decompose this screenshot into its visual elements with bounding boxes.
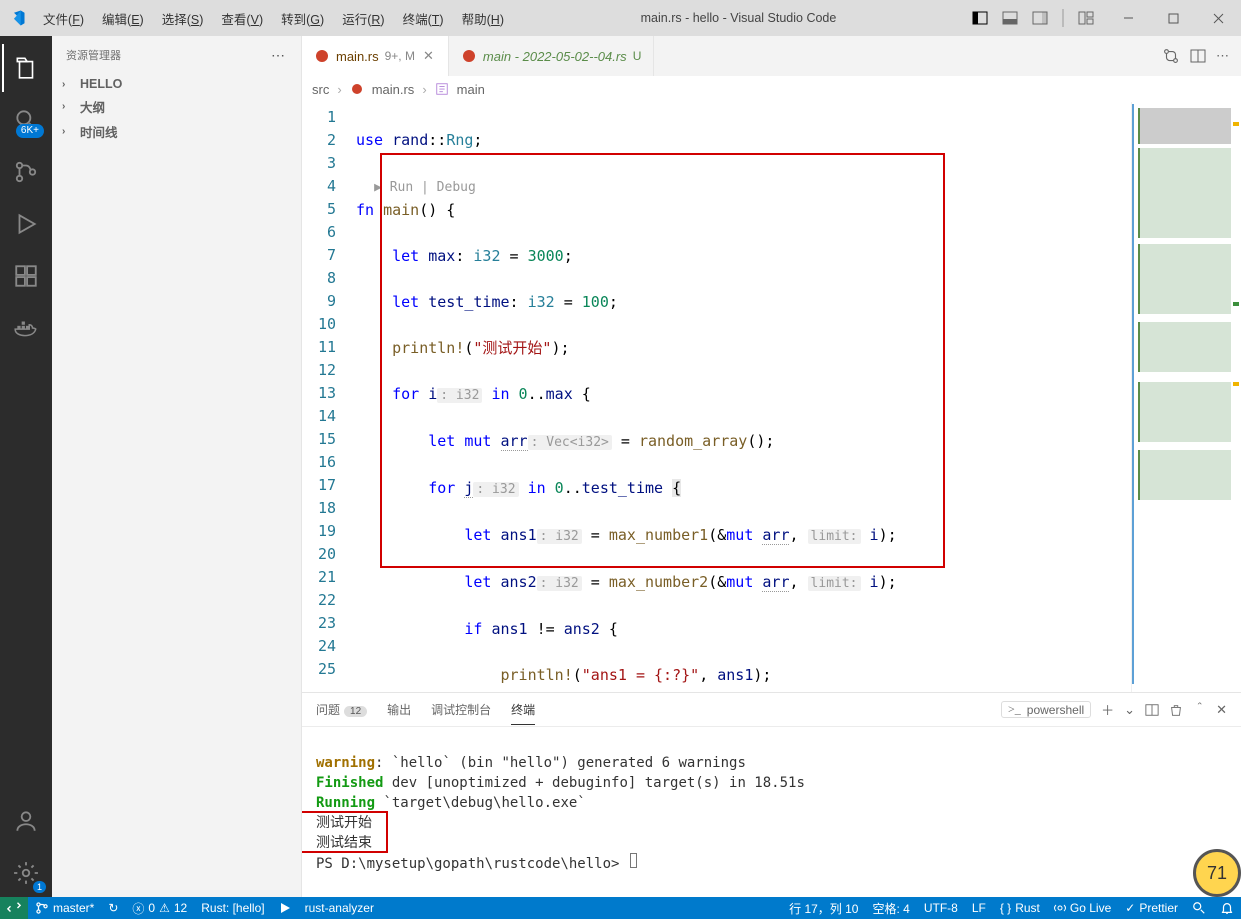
terminal-content[interactable]: warning: `hello` (bin "hello") generated… xyxy=(302,727,1241,897)
toggle-sidebar-left-icon[interactable] xyxy=(966,4,994,32)
status-feedback-icon[interactable] xyxy=(1185,897,1213,919)
settings-badge: 1 xyxy=(33,881,46,893)
layout-toggles xyxy=(966,4,1100,32)
breadcrumb[interactable]: src› main.rs› main xyxy=(302,76,1241,102)
symbol-function-icon xyxy=(435,82,449,96)
new-terminal-icon[interactable]: ＋ xyxy=(1101,700,1114,719)
rust-file-icon xyxy=(314,48,330,64)
explorer-sidebar: 资源管理器 ⋯ ›HELLO ›大纲 ›时间线 xyxy=(52,36,302,897)
title-bar: 文件(F) 编辑(E) 选择(S) 查看(V) 转到(G) 运行(R) 终端(T… xyxy=(0,0,1241,36)
status-go-live[interactable]: Go Live xyxy=(1047,897,1118,919)
editor-area: main.rs 9+, M ✕ main - 2022-05-02--04.rs… xyxy=(302,36,1241,897)
status-language[interactable]: { } Rust xyxy=(993,897,1047,919)
panel-tab-output[interactable]: 输出 xyxy=(387,695,411,724)
annotation-badge-71: 71 xyxy=(1193,849,1241,897)
chevron-right-icon: › xyxy=(62,101,74,112)
sidebar-item-timeline[interactable]: ›时间线 xyxy=(52,119,301,144)
activity-bar: 6K+ 1 xyxy=(0,36,52,897)
status-problems[interactable]: ⓧ0 ⚠12 xyxy=(125,897,194,919)
menu-file[interactable]: 文件(F) xyxy=(36,5,91,32)
codelens-run-debug[interactable]: ▶ Run | Debug xyxy=(374,180,476,195)
menu-run[interactable]: 运行(R) xyxy=(335,5,391,32)
explorer-icon[interactable] xyxy=(2,44,50,92)
sidebar-more-icon[interactable]: ⋯ xyxy=(271,47,287,64)
run-debug-icon[interactable] xyxy=(2,200,50,248)
split-terminal-icon[interactable] xyxy=(1145,703,1159,717)
kill-terminal-icon[interactable] xyxy=(1169,703,1183,717)
tab-close-icon[interactable]: ✕ xyxy=(421,46,436,66)
code-content[interactable]: use rand::Rng; ▶ Run | Debug fn main() {… xyxy=(350,102,1131,692)
menu-bar: 文件(F) 编辑(E) 选择(S) 查看(V) 转到(G) 运行(R) 终端(T… xyxy=(34,5,511,32)
sidebar-title-row: 资源管理器 ⋯ xyxy=(52,36,301,74)
rust-file-icon xyxy=(461,48,477,64)
settings-gear-icon[interactable]: 1 xyxy=(2,849,50,897)
window-title: main.rs - hello - Visual Studio Code xyxy=(511,11,966,25)
status-bar: master* ↻ ⓧ0 ⚠12 Rust: [hello] rust-anal… xyxy=(0,897,1241,919)
sidebar-title: 资源管理器 xyxy=(66,47,121,63)
status-encoding[interactable]: UTF-8 xyxy=(917,897,965,919)
toggle-sidebar-right-icon[interactable] xyxy=(1026,4,1054,32)
chevron-right-icon: › xyxy=(62,79,74,90)
menu-selection[interactable]: 选择(S) xyxy=(155,5,211,32)
minimize-button[interactable] xyxy=(1106,0,1151,36)
maximize-button[interactable] xyxy=(1151,0,1196,36)
panel-tab-problems[interactable]: 问题12 xyxy=(316,695,367,724)
panel-tabs: 问题12 输出 调试控制台 终端 >_powershell ＋ ⌄ ＾ ✕ xyxy=(302,693,1241,727)
sidebar-item-project[interactable]: ›HELLO xyxy=(52,74,301,94)
panel-maximize-icon[interactable]: ＾ xyxy=(1193,700,1206,719)
minimap[interactable] xyxy=(1131,102,1241,692)
menu-edit[interactable]: 编辑(E) xyxy=(95,5,151,32)
menu-terminal[interactable]: 终端(T) xyxy=(396,5,451,32)
close-window-button[interactable] xyxy=(1196,0,1241,36)
accounts-icon[interactable] xyxy=(2,797,50,845)
status-branch[interactable]: master* xyxy=(28,897,101,919)
status-notifications-icon[interactable] xyxy=(1213,897,1241,919)
terminal-profile-selector[interactable]: >_powershell xyxy=(1001,701,1091,718)
window-controls xyxy=(1106,0,1241,36)
status-prettier[interactable]: ✓ Prettier xyxy=(1118,897,1185,919)
status-cursor-position[interactable]: 行 17，列 10 xyxy=(782,897,865,919)
tab-diff-file[interactable]: main - 2022-05-02--04.rs U xyxy=(449,36,654,76)
editor-tabs: main.rs 9+, M ✕ main - 2022-05-02--04.rs… xyxy=(302,36,1241,76)
vscode-logo-icon xyxy=(0,9,34,27)
status-eol[interactable]: LF xyxy=(965,897,993,919)
search-badge: 6K+ xyxy=(16,124,44,138)
panel-tab-terminal[interactable]: 终端 xyxy=(511,695,535,725)
status-indent[interactable]: 空格: 4 xyxy=(865,897,916,919)
panel-tab-debug-console[interactable]: 调试控制台 xyxy=(431,695,491,724)
menu-go[interactable]: 转到(G) xyxy=(274,5,331,32)
line-number-gutter: 1234567891011121314151617181920212223242… xyxy=(302,102,350,692)
docker-icon[interactable] xyxy=(2,304,50,352)
sidebar-item-outline[interactable]: ›大纲 xyxy=(52,94,301,119)
source-control-icon[interactable] xyxy=(2,148,50,196)
chevron-right-icon: › xyxy=(62,126,74,137)
status-run-icon[interactable] xyxy=(272,897,298,919)
terminal-dropdown-icon[interactable]: ⌄ xyxy=(1124,702,1135,718)
editor[interactable]: 1234567891011121314151617181920212223242… xyxy=(302,102,1241,692)
status-sync[interactable]: ↻ xyxy=(101,897,125,919)
compare-changes-icon[interactable] xyxy=(1162,47,1180,65)
menu-help[interactable]: 帮助(H) xyxy=(455,5,511,32)
panel: 问题12 输出 调试控制台 终端 >_powershell ＋ ⌄ ＾ ✕ wa… xyxy=(302,692,1241,897)
remote-indicator[interactable] xyxy=(0,897,28,919)
terminal-cursor xyxy=(630,853,637,868)
menu-view[interactable]: 查看(V) xyxy=(214,5,270,32)
tab-more-icon[interactable]: ⋯ xyxy=(1216,48,1229,64)
panel-close-icon[interactable]: ✕ xyxy=(1216,702,1227,718)
tab-main-rs[interactable]: main.rs 9+, M ✕ xyxy=(302,36,449,76)
search-icon[interactable]: 6K+ xyxy=(2,96,50,144)
extensions-icon[interactable] xyxy=(2,252,50,300)
customize-layout-icon[interactable] xyxy=(1072,4,1100,32)
rust-file-icon xyxy=(350,82,364,96)
split-editor-icon[interactable] xyxy=(1190,48,1206,64)
status-rust-analyzer[interactable]: rust-analyzer xyxy=(298,897,381,919)
toggle-panel-icon[interactable] xyxy=(996,4,1024,32)
status-rust-project[interactable]: Rust: [hello] xyxy=(194,897,271,919)
tab-actions: ⋯ xyxy=(1162,36,1241,76)
